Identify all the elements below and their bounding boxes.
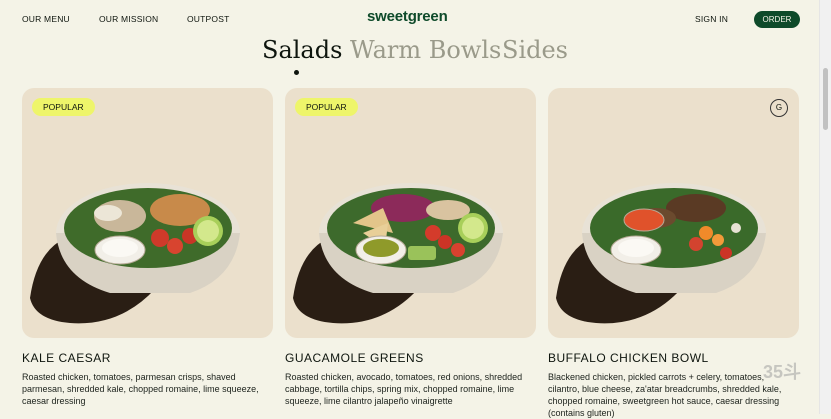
menu-card-guacamole-greens[interactable]: POPULAR: [285, 88, 536, 338]
page-scrollbar[interactable]: [819, 0, 831, 414]
scrollbar-thumb[interactable]: [823, 68, 828, 130]
item-title-buffalo-chicken-bowl[interactable]: BUFFALO CHICKEN BOWL: [548, 351, 709, 365]
buffalo-chicken-bowl-image: [556, 183, 766, 324]
nav-our-mission[interactable]: OUR MISSION: [99, 14, 158, 24]
tab-sides[interactable]: Sides: [502, 36, 568, 64]
popular-badge: POPULAR: [295, 98, 358, 116]
order-button[interactable]: ORDER: [754, 11, 800, 28]
item-description: Roasted chicken, tomatoes, parmesan cris…: [22, 372, 259, 406]
popular-badge: POPULAR: [32, 98, 95, 116]
menu-card-buffalo-chicken-bowl[interactable]: G: [548, 88, 799, 338]
guacamole-greens-bowl-image: [293, 183, 503, 324]
kale-caesar-bowl-image: [30, 183, 240, 324]
active-tab-indicator: [294, 70, 299, 75]
sweetgreen-logo[interactable]: sweetgreen: [367, 8, 448, 25]
tab-warm-bowls[interactable]: Warm Bowls: [350, 36, 501, 64]
nav-outpost[interactable]: OUTPOST: [187, 14, 230, 24]
item-title-guacamole-greens[interactable]: GUACAMOLE GREENS: [285, 351, 424, 365]
watermark: 35斗: [763, 362, 802, 382]
tab-salads[interactable]: Salads: [262, 36, 342, 64]
menu-card-kale-caesar[interactable]: POPULAR: [22, 88, 273, 338]
nav-our-menu[interactable]: OUR MENU: [22, 14, 70, 24]
sign-in-link[interactable]: SIGN IN: [695, 14, 728, 24]
item-description: Blackened chicken, pickled carrots + cel…: [548, 372, 782, 418]
top-nav: OUR MENU OUR MISSION OUTPOST sweetgreen …: [0, 0, 820, 38]
gluten-badge: G: [770, 99, 788, 117]
item-description: Roasted chicken, avocado, tomatoes, red …: [285, 372, 523, 406]
item-title-kale-caesar[interactable]: KALE CAESAR: [22, 351, 111, 365]
